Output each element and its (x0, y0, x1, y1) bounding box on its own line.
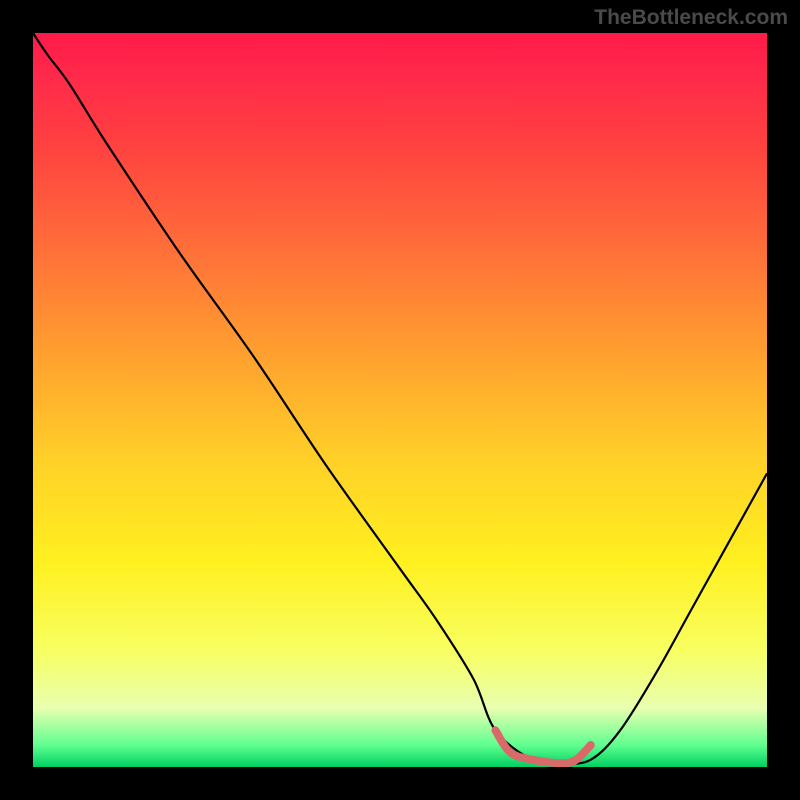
plot-area (33, 33, 767, 767)
highlight-segment (495, 730, 590, 763)
bottleneck-curve (33, 33, 767, 764)
chart-svg (33, 33, 767, 767)
watermark-text: TheBottleneck.com (594, 6, 788, 30)
